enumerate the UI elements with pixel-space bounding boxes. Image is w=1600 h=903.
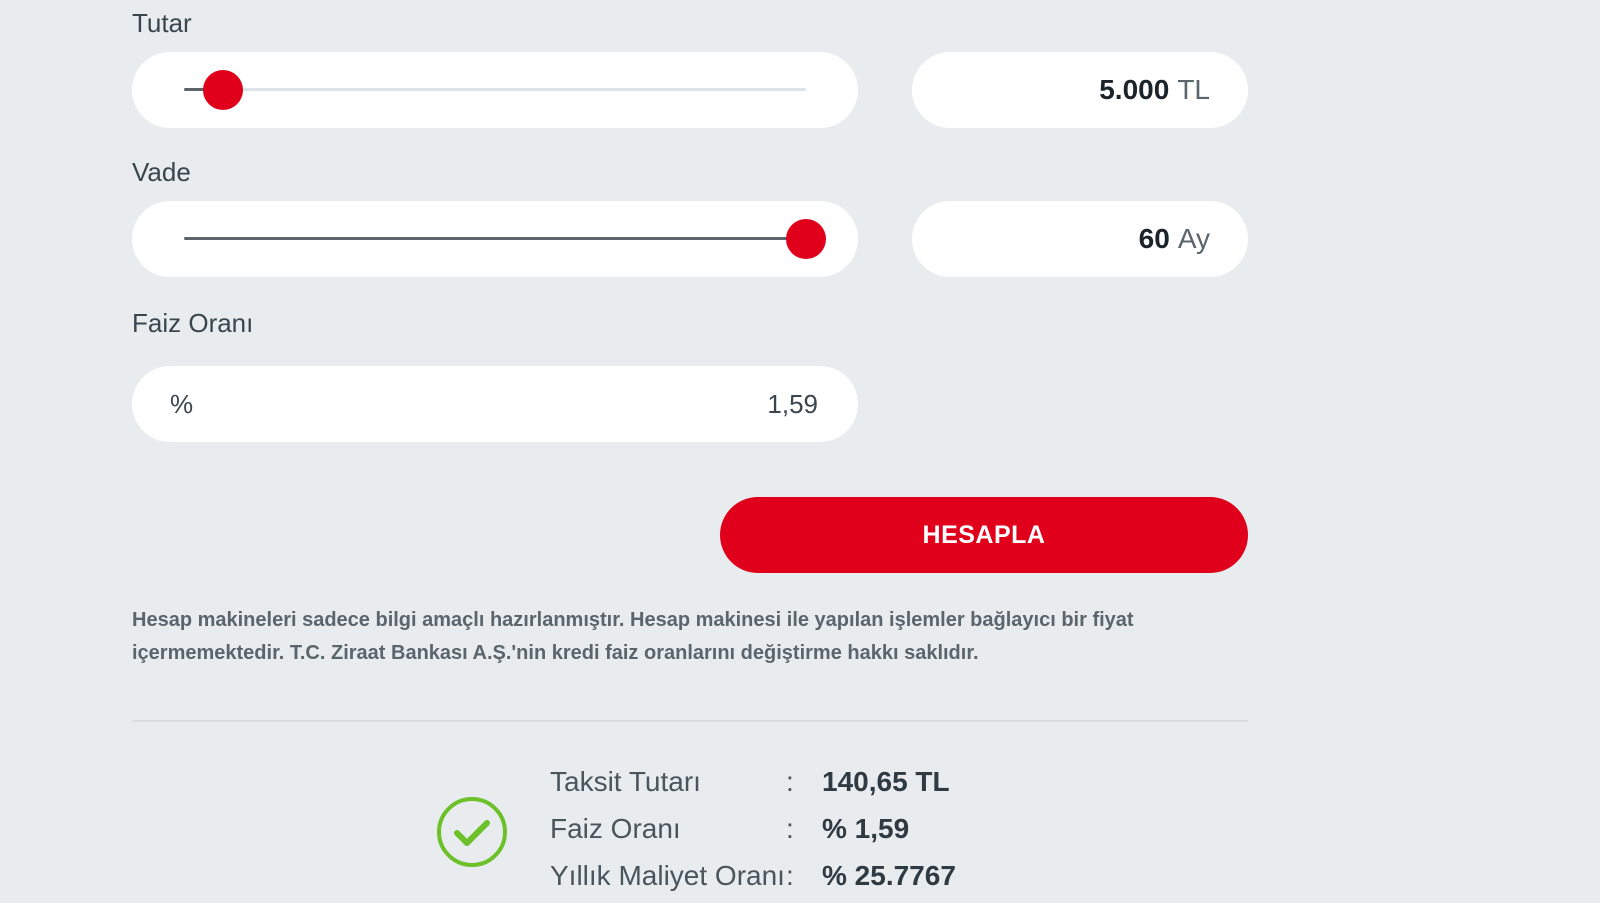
interest-prefix: % bbox=[170, 388, 194, 419]
result-colon: : bbox=[786, 860, 794, 891]
amount-slider-track[interactable] bbox=[184, 88, 806, 91]
amount-value: 5.000 bbox=[1099, 74, 1170, 105]
calculate-button[interactable]: HESAPLA bbox=[720, 497, 1248, 573]
result-row-interest: Faiz Oranı : % 1,59 bbox=[550, 809, 1150, 856]
result-colon: : bbox=[786, 766, 794, 797]
amount-label: Tutar bbox=[132, 8, 192, 38]
term-slider-container bbox=[132, 201, 858, 277]
amount-slider-thumb[interactable] bbox=[203, 70, 244, 110]
check-circle-icon bbox=[437, 797, 507, 867]
result-colon: : bbox=[786, 813, 794, 844]
result-row-annual-cost: Yıllık Maliyet Oranı : % 25.7767 bbox=[550, 856, 1150, 903]
interest-value: 1,59 bbox=[767, 388, 818, 419]
result-label: Taksit Tutarı bbox=[550, 766, 701, 797]
result-value: % 25.7767 bbox=[822, 860, 956, 891]
term-unit: Ay bbox=[1177, 223, 1210, 254]
result-value: % 1,59 bbox=[822, 813, 910, 844]
result-row-installment: Taksit Tutarı : 140,65 TL bbox=[550, 762, 1150, 809]
term-slider-fill bbox=[184, 237, 806, 240]
disclaimer-text: Hesap makineleri sadece bilgi amaçlı haz… bbox=[132, 609, 1134, 664]
divider bbox=[132, 720, 1248, 722]
results-list: Taksit Tutarı : 140,65 TL Faiz Oranı : %… bbox=[550, 762, 1150, 903]
term-slider-thumb[interactable] bbox=[786, 219, 826, 259]
result-value: 140,65 TL bbox=[822, 766, 950, 797]
result-label: Faiz Oranı bbox=[550, 813, 681, 844]
interest-input[interactable]: % 1,59 bbox=[132, 366, 858, 442]
term-slider-track[interactable] bbox=[184, 237, 806, 240]
amount-unit: TL bbox=[1177, 74, 1210, 105]
term-value-field[interactable]: 60 Ay bbox=[912, 201, 1248, 277]
interest-label: Faiz Oranı bbox=[132, 308, 254, 338]
amount-slider-container bbox=[132, 52, 858, 128]
term-label: Vade bbox=[132, 157, 191, 187]
result-label: Yıllık Maliyet Oranı bbox=[550, 860, 785, 891]
term-value: 60 bbox=[1138, 223, 1170, 254]
amount-value-field[interactable]: 5.000 TL bbox=[912, 52, 1248, 128]
